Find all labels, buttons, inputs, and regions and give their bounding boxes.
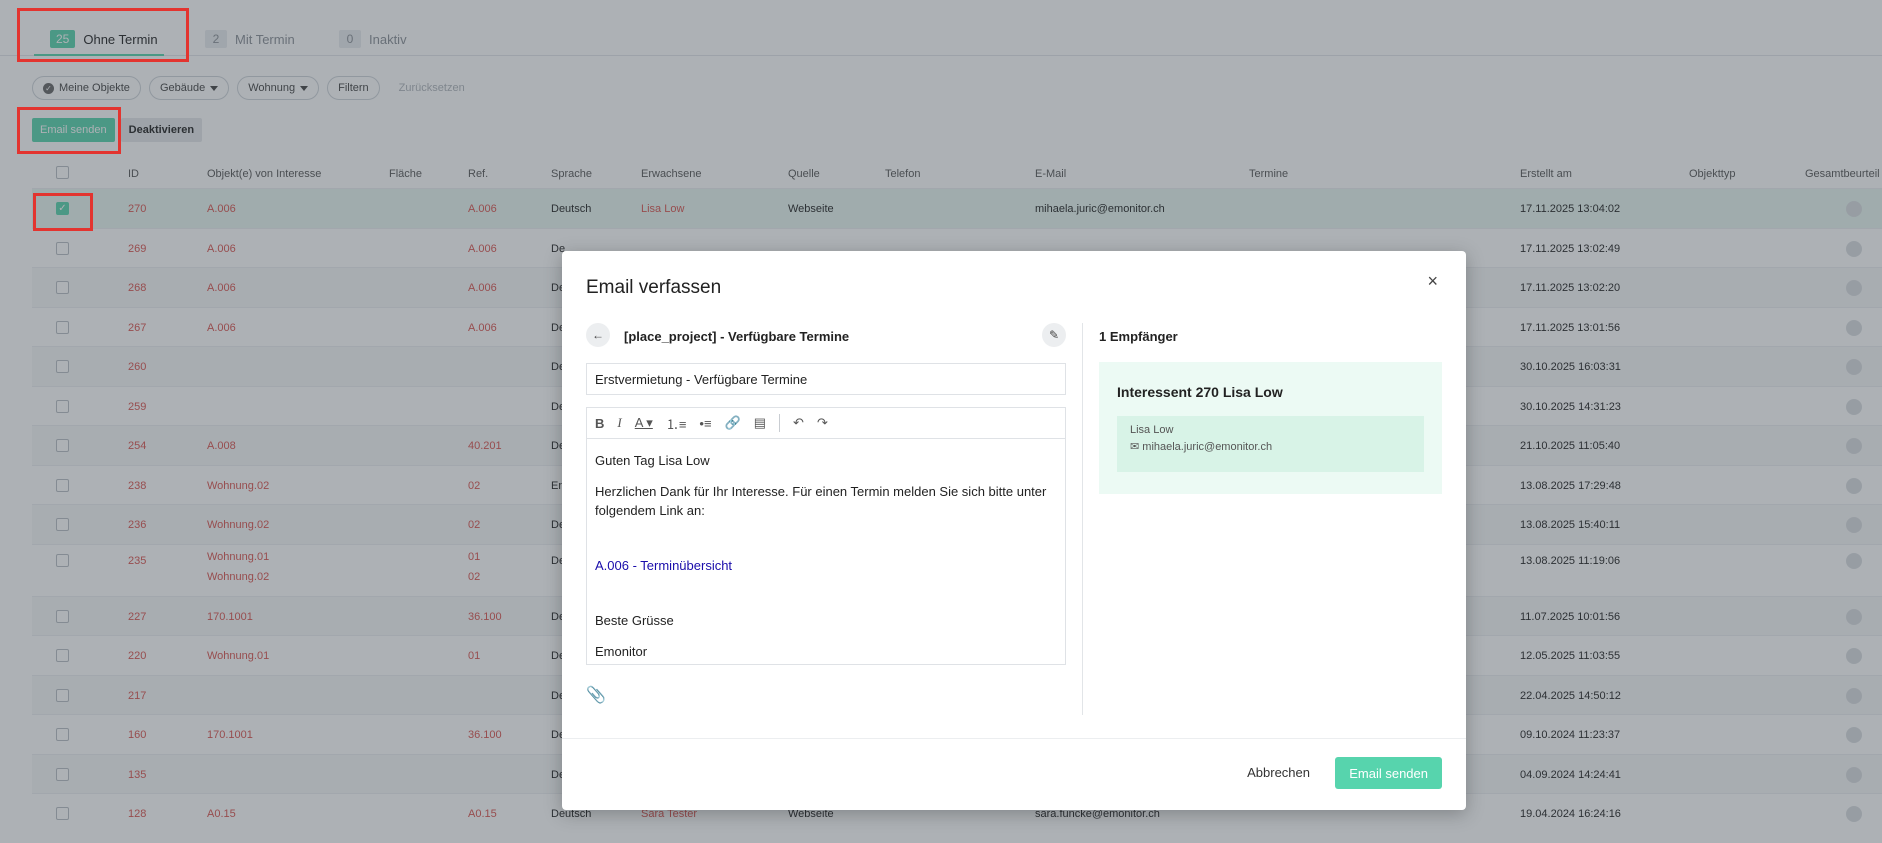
- email-compose-modal: Email verfassen × ← [place_project] - Ve…: [562, 251, 1466, 810]
- ordered-list-icon[interactable]: ⒈≡: [666, 414, 687, 433]
- recipients-pane: 1 Empfänger Interessent 270 Lisa Low Lis…: [1099, 323, 1442, 494]
- toolbar-separator: [779, 414, 781, 432]
- modal-title: Email verfassen: [586, 277, 722, 298]
- compose-pane: ← [place_project] - Verfügbare Termine ✎…: [586, 323, 1066, 705]
- highlight-box: [17, 8, 189, 62]
- bullet-list-icon[interactable]: •≡: [699, 416, 711, 431]
- bold-icon[interactable]: B: [595, 416, 604, 431]
- back-arrow-icon[interactable]: ←: [586, 323, 610, 347]
- termin-link[interactable]: A.006 - Terminübersicht: [595, 556, 1057, 575]
- recipient-email-row: ✉ mihaela.juric@emonitor.ch: [1130, 440, 1411, 453]
- highlight-box: [33, 193, 93, 231]
- body-paragraph: Herzlichen Dank für Ihr Interesse. Für e…: [595, 484, 1047, 518]
- body-signature: Emonitor: [595, 644, 648, 659]
- placeholder-icon[interactable]: ▤: [754, 415, 766, 431]
- recipients-title: 1 Empfänger: [1099, 329, 1178, 344]
- close-icon[interactable]: ×: [1427, 271, 1438, 292]
- undo-icon[interactable]: ↶: [793, 415, 804, 431]
- redo-icon[interactable]: ↷: [817, 415, 828, 431]
- paperclip-icon[interactable]: 📎: [586, 685, 1066, 705]
- recipient-name: Lisa Low: [1130, 424, 1174, 436]
- email-body[interactable]: Guten Tag Lisa Low Herzlichen Dank für I…: [587, 439, 1065, 664]
- recipient-email: mihaela.juric@emonitor.ch: [1142, 441, 1273, 453]
- pane-divider: [1082, 323, 1083, 715]
- edit-pencil-icon[interactable]: ✎: [1042, 323, 1066, 347]
- text-color-icon[interactable]: A ▾: [635, 415, 653, 431]
- subject-input[interactable]: [586, 363, 1066, 395]
- template-row: ← [place_project] - Verfügbare Termine ✎: [586, 323, 1066, 349]
- template-name: [place_project] - Verfügbare Termine: [624, 329, 850, 344]
- highlight-box: [17, 107, 121, 154]
- link-icon[interactable]: 🔗: [725, 415, 741, 431]
- body-closing: Beste Grüsse: [595, 613, 674, 628]
- cancel-button[interactable]: Abbrechen: [1247, 765, 1310, 780]
- recipient-details: Lisa Low ✉ mihaela.juric@emonitor.ch: [1117, 416, 1424, 472]
- recipient-card-title: Interessent 270 Lisa Low: [1117, 384, 1283, 400]
- body-greeting: Guten Tag Lisa Low: [595, 453, 710, 468]
- editor-toolbar: B I A ▾ ⒈≡ •≡ 🔗 ▤ ↶ ↷: [587, 408, 1065, 439]
- recipient-card: Interessent 270 Lisa Low Lisa Low ✉ miha…: [1099, 362, 1442, 494]
- italic-icon[interactable]: I: [617, 415, 621, 431]
- send-email-button[interactable]: Email senden: [1335, 757, 1442, 789]
- envelope-icon: ✉: [1130, 441, 1140, 453]
- modal-footer: Abbrechen Email senden: [562, 738, 1466, 810]
- rich-text-editor[interactable]: B I A ▾ ⒈≡ •≡ 🔗 ▤ ↶ ↷ Guten Tag Lisa Low…: [586, 407, 1066, 665]
